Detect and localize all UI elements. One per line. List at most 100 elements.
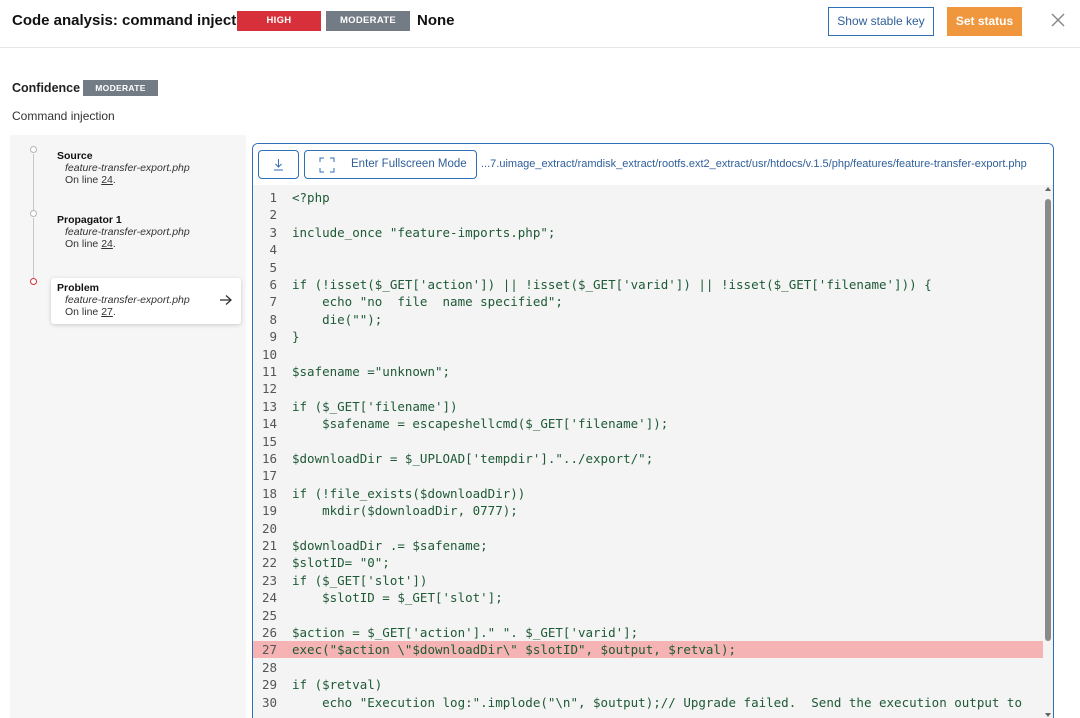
trace-step-source[interactable]: Source feature-transfer-export.php On li…: [51, 146, 241, 192]
download-button[interactable]: [258, 150, 299, 179]
scroll-down-icon[interactable]: [1045, 713, 1051, 717]
line-number: 4: [269, 242, 277, 258]
code-text: if (!isset($_GET['action']) || !isset($_…: [292, 277, 932, 292]
step-line-suffix: .: [112, 174, 116, 186]
code-line-highlighted: 27 exec("$action \"$downloadDir\" $slotID…: [253, 641, 1043, 659]
step-line-link[interactable]: 24: [101, 238, 113, 250]
code-line: 29 if ($retval): [253, 676, 1043, 693]
step-line-link[interactable]: 24: [101, 174, 113, 186]
line-number: 2: [269, 207, 277, 223]
code-line: 13 if ($_GET['filename']): [253, 398, 1043, 415]
code-line: 18 if (!file_exists($downloadDir)): [253, 485, 1043, 502]
code-line: 23 if ($_GET['slot']): [253, 572, 1043, 589]
step-title: Propagator 1: [57, 214, 122, 226]
code-line: 9}: [253, 328, 1043, 345]
step-title: Problem: [57, 282, 100, 294]
code-line: 3 include_once "feature-imports.php";: [253, 224, 1043, 241]
scroll-up-icon[interactable]: [1045, 187, 1051, 191]
severity-badge-moderate[interactable]: MODERATE: [326, 11, 410, 31]
line-number: 29: [261, 677, 277, 693]
code-toolbar: Enter Fullscreen Mode ...7.uimage_extrac…: [253, 144, 1053, 185]
code-text: $slotID = $_GET['slot'];: [292, 590, 503, 606]
code-line: 10: [253, 346, 1043, 363]
step-line-suffix: .: [112, 306, 116, 318]
code-line: 20: [253, 520, 1043, 537]
code-line: 1 <?php: [253, 189, 1043, 206]
code-line: 15: [253, 433, 1043, 450]
code-line: 4: [253, 241, 1043, 258]
code-text: $downloadDir = $_UPLOAD['tempdir']."../e…: [292, 451, 654, 466]
step-line-info: On line 24.: [57, 238, 241, 250]
line-number: 16: [261, 451, 277, 466]
fullscreen-button[interactable]: Enter Fullscreen Mode: [304, 150, 477, 179]
dialog-header: Code analysis: command injection HIGH MO…: [0, 0, 1080, 48]
line-number: 7: [269, 294, 277, 310]
line-number: 6: [269, 277, 277, 292]
scrollbar-thumb[interactable]: [1045, 199, 1051, 641]
line-number: 11: [261, 364, 277, 379]
code-line: 8 die("");: [253, 311, 1043, 328]
page-title: Code analysis: command injection: [12, 12, 259, 29]
code-text: if ($retval): [292, 677, 383, 693]
trace-step-propagator[interactable]: Propagator 1 feature-transfer-export.php…: [51, 210, 241, 256]
code-line: 25: [253, 607, 1043, 624]
code-text: if ($_GET['filename']): [292, 398, 458, 414]
line-number: 27: [261, 642, 277, 658]
code-text: <?php: [292, 190, 330, 205]
severity-badge-high[interactable]: HIGH: [237, 11, 321, 31]
code-scrollbar[interactable]: [1043, 185, 1053, 718]
line-number: 3: [269, 224, 277, 240]
close-icon[interactable]: [1049, 11, 1067, 29]
code-line: 30 echo "Execution log:".implode("\n", $…: [253, 694, 1043, 711]
file-path: ...7.uimage_extract/ramdisk_extract/root…: [481, 158, 1027, 170]
confidence-label: Confidence: [12, 81, 81, 95]
trace-step-problem[interactable]: Problem feature-transfer-export.php On l…: [51, 278, 241, 324]
code-text: if ($_GET['slot']): [292, 572, 428, 588]
confidence-badge: MODERATE: [83, 80, 158, 96]
code-text: die("");: [292, 311, 383, 327]
step-file: feature-transfer-export.php: [65, 162, 190, 174]
step-marker-active: [30, 278, 37, 285]
line-number: 15: [261, 433, 277, 449]
step-marker: [30, 146, 37, 153]
line-number: 13: [261, 398, 277, 414]
step-line-link[interactable]: 27: [101, 306, 113, 318]
line-number: 30: [261, 694, 277, 710]
trace-steps-panel: Source feature-transfer-export.php On li…: [10, 135, 246, 718]
line-number: 22: [261, 555, 277, 571]
severity-none-label: None: [417, 12, 455, 29]
line-number: 20: [261, 520, 277, 536]
code-text: echo "no file name specified";: [292, 294, 563, 310]
show-stable-key-button[interactable]: Show stable key: [828, 7, 934, 36]
code-text: $safename = escapeshellcmd($_GET['filena…: [292, 416, 669, 432]
arrow-right-icon: [220, 295, 232, 305]
line-number: 28: [261, 659, 277, 675]
code-listing[interactable]: 1 <?php 2 3 include_once "feature-imports.ph…: [253, 185, 1053, 718]
code-line: 24 $slotID = $_GET['slot'];: [253, 589, 1043, 606]
code-line: 28: [253, 659, 1043, 676]
code-line: 7 echo "no file name specified";: [253, 293, 1043, 310]
line-number: 1: [269, 190, 277, 205]
code-line: 19 mkdir($downloadDir, 0777);: [253, 502, 1043, 519]
step-line-suffix: .: [112, 238, 116, 250]
code-text: $downloadDir .= $safename;: [292, 538, 488, 553]
line-number: 9: [269, 329, 277, 345]
line-number: 26: [261, 625, 277, 640]
code-text: $safename ="unknown";: [292, 364, 451, 379]
code-text: include_once "feature-imports.php";: [292, 224, 556, 240]
set-status-button[interactable]: Set status: [947, 7, 1022, 36]
code-line: 17: [253, 467, 1043, 484]
download-icon: [274, 159, 283, 171]
line-number: 14: [261, 416, 277, 432]
step-line-prefix: On line: [65, 174, 102, 186]
fullscreen-label: Enter Fullscreen Mode: [351, 158, 467, 170]
line-number: 21: [261, 538, 277, 553]
code-text: exec("$action \"$downloadDir\" $slotID",…: [292, 642, 737, 658]
line-number: 12: [261, 381, 277, 397]
line-number: 25: [261, 607, 277, 623]
line-number: 17: [261, 468, 277, 484]
code-line: 14 $safename = escapeshellcmd($_GET['fil…: [253, 415, 1043, 432]
code-text: $action = $_GET['action']." ". $_GET['va…: [292, 625, 639, 640]
trace-connector: [33, 154, 34, 212]
code-line: 12: [253, 380, 1043, 397]
